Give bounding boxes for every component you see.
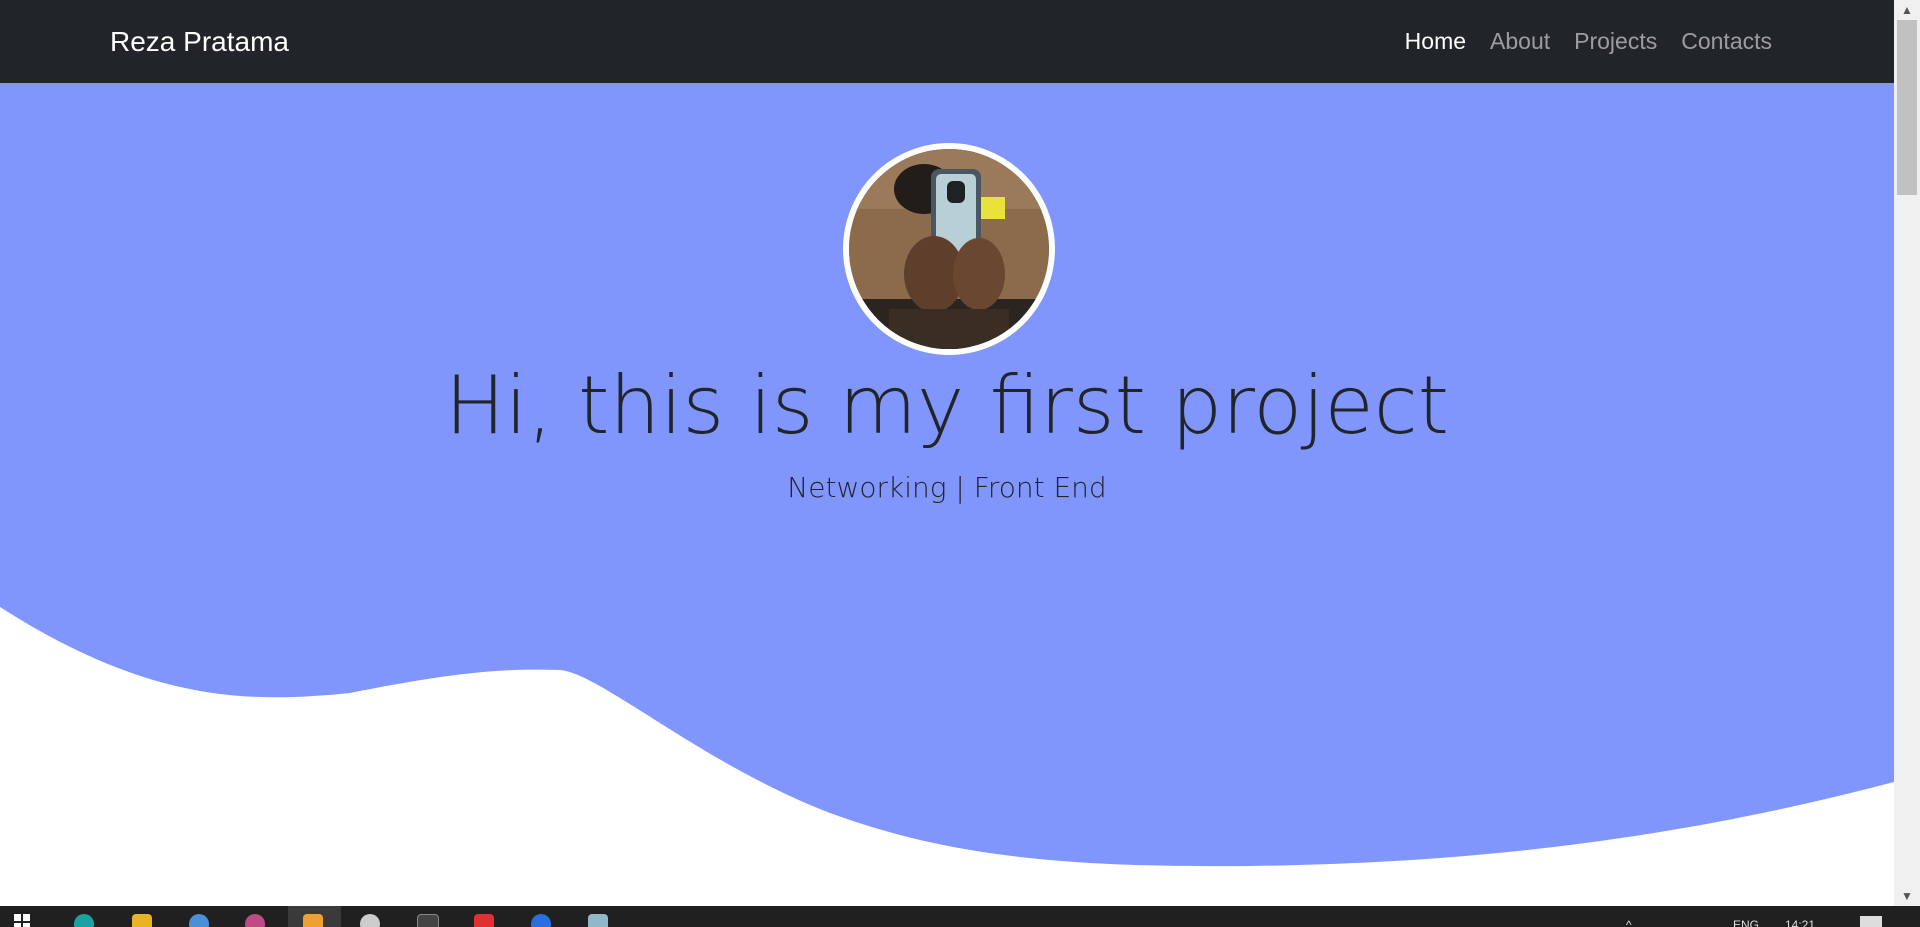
tray-language[interactable]: ENG [1733,918,1759,927]
edge-browser-icon[interactable] [74,914,94,927]
page-scrollbar[interactable]: ▲ ▼ [1894,0,1920,906]
app-icon[interactable] [474,914,494,927]
windows-start-icon[interactable] [14,914,30,927]
windows-taskbar: ^ ENG 14:21 [0,906,1920,927]
browser-viewport: Reza Pratama Home About Projects Contact… [0,0,1894,906]
hero-section: Hi, this is my first project Networking … [0,83,1894,906]
file-explorer-icon[interactable] [132,914,152,927]
profile-avatar [843,143,1055,355]
app-icon[interactable] [531,914,551,927]
hero-title: Hi, this is my first project [444,359,1450,452]
app-icon[interactable] [245,914,265,927]
profile-photo [849,149,1049,349]
app-icon[interactable] [189,914,209,927]
app-icon[interactable] [303,914,323,927]
nav-link-projects[interactable]: Projects [1574,28,1657,55]
nav-link-about[interactable]: About [1490,28,1550,55]
navbar: Reza Pratama Home About Projects Contact… [0,0,1894,83]
app-icon[interactable] [588,914,608,927]
notification-icon[interactable] [1860,916,1882,927]
tray-clock[interactable]: 14:21 [1785,918,1815,927]
tray-chevron-icon[interactable]: ^ [1626,918,1632,927]
hero-subtitle: Networking | Front End [787,471,1107,504]
nav-link-home[interactable]: Home [1405,28,1466,55]
nav-links: Home About Projects Contacts [1405,0,1772,83]
terminal-icon[interactable] [417,914,439,927]
scroll-up-icon[interactable]: ▲ [1894,0,1920,20]
brand-link[interactable]: Reza Pratama [110,0,289,83]
nav-link-contacts[interactable]: Contacts [1681,28,1772,55]
scroll-thumb[interactable] [1897,20,1917,195]
settings-icon[interactable] [360,914,380,927]
scroll-down-icon[interactable]: ▼ [1894,886,1920,906]
